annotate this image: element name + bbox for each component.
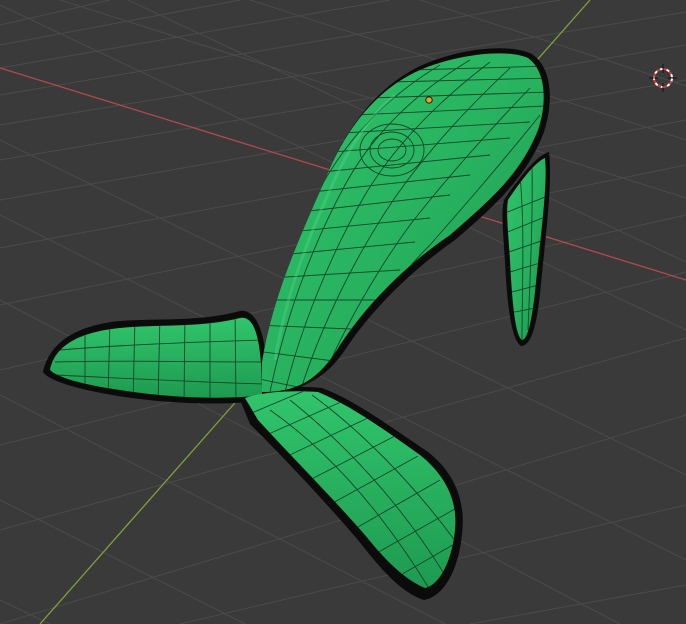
object-origin-icon[interactable]	[425, 96, 433, 104]
3d-viewport[interactable]	[0, 0, 686, 624]
